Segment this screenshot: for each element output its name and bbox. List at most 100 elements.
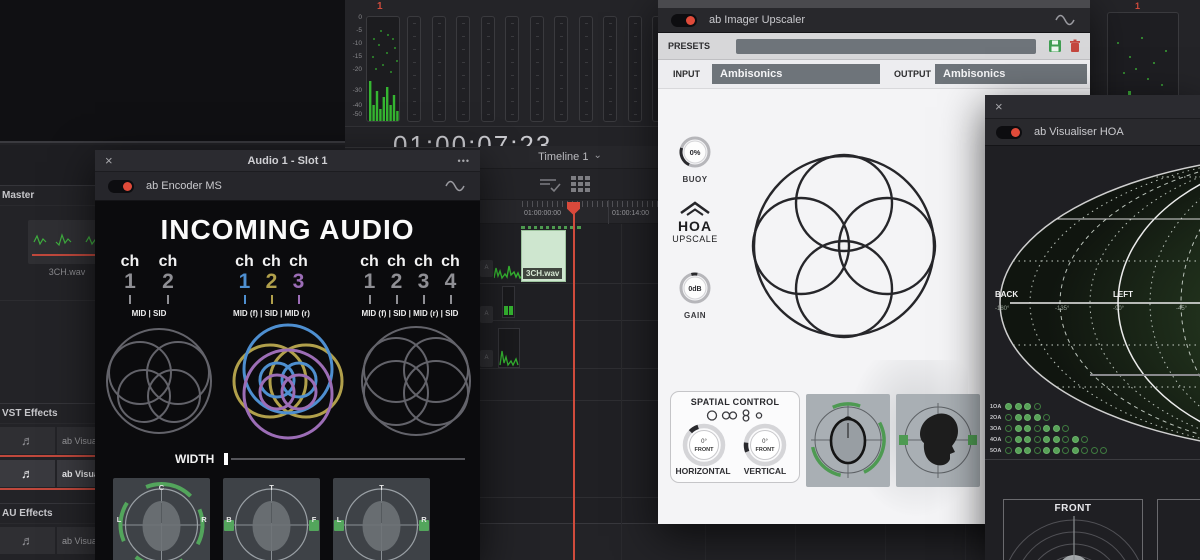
- hoa-title: HOA: [677, 218, 713, 234]
- horizontal-knob[interactable]: 0° FRONT: [680, 423, 728, 467]
- grid-view-icon[interactable]: [570, 175, 594, 194]
- presets-bar: PRESETS: [658, 33, 1090, 60]
- side-view-panel-edge: [1157, 499, 1200, 560]
- chevron-down-icon: ⌄: [593, 149, 602, 161]
- gain-knob[interactable]: 0dB: [678, 271, 712, 305]
- visualiser-plugin-window: × ab Visualiser HOA BACK -180° -135° LEF…: [985, 95, 1200, 560]
- hoa-upscale-icon: [680, 201, 710, 216]
- preset-name-field[interactable]: [736, 38, 1037, 54]
- channel-number: 1: [377, 1, 383, 12]
- sidebar-plugin-item[interactable]: ♬ab Visualiser: [0, 427, 110, 454]
- media-sidebar: Master 3CH.wav VST Effects ♬ ab Visualiser…: [0, 185, 110, 560]
- close-icon[interactable]: ×: [105, 154, 113, 167]
- channel-meter-empty: [480, 16, 495, 122]
- music-note-icon: ♬: [0, 460, 55, 487]
- incoming-audio-heading: INCOMING AUDIO: [160, 214, 415, 245]
- sidebar-plugin-item[interactable]: ♬ab Visualiser: [0, 527, 110, 554]
- svg-text:0°: 0°: [762, 439, 768, 445]
- channel-groups: ch 1 ch 2 MID | SID ch 1 ch 2 ch 3 MID (f) | SID | …: [95, 253, 480, 319]
- sine-wave-icon[interactable]: [1054, 13, 1076, 27]
- timeline-header[interactable]: Timeline 1 ⌄: [480, 146, 660, 169]
- meter-db-scale: 0 -5 -10 -15 -20 -30 -40 -50: [352, 14, 362, 118]
- seed-pattern-diagram: [751, 153, 937, 339]
- pattern-mode-icons[interactable]: [705, 409, 767, 422]
- svg-text:0dB: 0dB: [688, 286, 701, 293]
- channel-meter-empty: [529, 16, 544, 122]
- channel-meter-empty: [505, 16, 519, 122]
- svg-text:0%: 0%: [690, 148, 701, 157]
- save-icon[interactable]: [1048, 39, 1062, 53]
- track-chip[interactable]: A: [480, 260, 493, 277]
- flags-icon[interactable]: [538, 176, 564, 194]
- channel-meter-empty: [431, 16, 446, 122]
- ruler-label: 01:00:14:00: [612, 210, 649, 217]
- close-icon[interactable]: ×: [995, 100, 1003, 113]
- music-note-icon: ♬: [0, 427, 55, 454]
- timecode-display: 01:00:07:23: [345, 128, 660, 148]
- channel-meter-empty: [603, 16, 617, 122]
- svg-text:L: L: [337, 515, 342, 524]
- trash-icon[interactable]: [1069, 39, 1081, 53]
- scroll-line: [1090, 374, 1200, 376]
- vertical-label: VERTICAL: [743, 466, 787, 476]
- channel-meter-empty: [578, 16, 593, 122]
- pattern-2ch: [106, 328, 212, 435]
- width-slider-handle[interactable]: [224, 453, 229, 466]
- encoder-plugin-window: × Audio 1 - Slot 1 ••• ab Encoder MS INC…: [95, 150, 480, 560]
- monitor-head-panel: T L R: [333, 478, 430, 560]
- master-bin-header[interactable]: Master: [0, 185, 109, 206]
- encoder-content: INCOMING AUDIO ch 1 ch 2 MID | SID ch 1 ch 2 ch 3 M…: [95, 201, 480, 560]
- track-mini-meter: [498, 328, 520, 368]
- svg-text:F: F: [312, 515, 317, 524]
- channel-meter-active: [366, 16, 400, 122]
- width-slider-track[interactable]: [231, 458, 465, 461]
- buoy-label: BUOY: [682, 175, 708, 184]
- meter-spectrum: [369, 30, 399, 121]
- imager-plugin-header: ab Imager Upscaler: [658, 8, 1090, 33]
- buoy-knob[interactable]: 0%: [678, 135, 712, 169]
- order-row: 4OA: [990, 434, 1110, 445]
- svg-text:T: T: [379, 483, 384, 492]
- input-select[interactable]: Ambisonics: [712, 64, 880, 84]
- sidebar-section-header: VST Effects: [0, 403, 110, 424]
- output-label: OUTPUT: [894, 69, 931, 79]
- presets-label: PRESETS: [668, 41, 711, 51]
- svg-text:FRONT: FRONT: [756, 447, 776, 453]
- spatial-control-panel: SPATIAL CONTROL 0° FRONT 0° FRONT HORIZO…: [670, 391, 800, 483]
- ambisonic-order-matrix: 1OA 2OA 3OA 4OA 5OA: [990, 401, 1110, 456]
- bypass-toggle[interactable]: [108, 179, 134, 193]
- head-side-view-monitor: [896, 394, 980, 487]
- channel-group: ch 1 ch 2 ch 3 MID (f) | SID | MID (r): [233, 253, 310, 319]
- toggle-on-dot: [1011, 127, 1020, 137]
- visualiser-content: BACK -180° -135° LEFT -90° -45° 1OA 2OA 3OA 4OA 5…: [985, 146, 1200, 560]
- order-row: 3OA: [990, 423, 1110, 434]
- sine-wave-icon[interactable]: [444, 179, 466, 193]
- channel-meter-empty: [456, 16, 470, 122]
- output-select[interactable]: Ambisonics: [935, 64, 1087, 84]
- hoa-globe-projection: [999, 164, 1200, 442]
- bypass-toggle[interactable]: [671, 13, 697, 27]
- channel-number-right: 1: [1135, 1, 1141, 11]
- channel-group: ch 1 ch 2 ch 3 ch 4 MID (f) | SID | MID (r) | SI…: [360, 253, 460, 319]
- sidebar-section-header: AU Effects: [0, 503, 110, 524]
- order-row: 1OA: [990, 401, 1110, 412]
- svg-text:FRONT: FRONT: [695, 447, 715, 453]
- sidebar-plugin-item[interactable]: ♬ab Visualiser: [0, 460, 110, 487]
- track-chip[interactable]: A: [480, 350, 493, 367]
- plugin-name: ab Imager Upscaler: [709, 14, 805, 26]
- order-row: 2OA: [990, 412, 1110, 423]
- track-chip[interactable]: A: [480, 306, 493, 323]
- playhead-line[interactable]: [573, 212, 575, 560]
- window-menu-icon[interactable]: •••: [458, 156, 470, 166]
- bypass-toggle[interactable]: [996, 125, 1022, 139]
- visualiser-titlebar[interactable]: ×: [985, 95, 1200, 119]
- channel-group: ch 1 ch 2 MID | SID: [120, 253, 178, 319]
- input-label: INPUT: [673, 69, 700, 79]
- timeline-name[interactable]: Timeline 1: [538, 151, 588, 163]
- gain-label: GAIN: [684, 311, 706, 320]
- vertical-knob[interactable]: 0° FRONT: [741, 423, 789, 467]
- channel-meter-empty: [407, 16, 421, 122]
- channel-meter-empty: [627, 16, 642, 122]
- encoder-titlebar[interactable]: × Audio 1 - Slot 1 •••: [95, 150, 480, 172]
- monitor-head-panel: C L R: [113, 478, 210, 560]
